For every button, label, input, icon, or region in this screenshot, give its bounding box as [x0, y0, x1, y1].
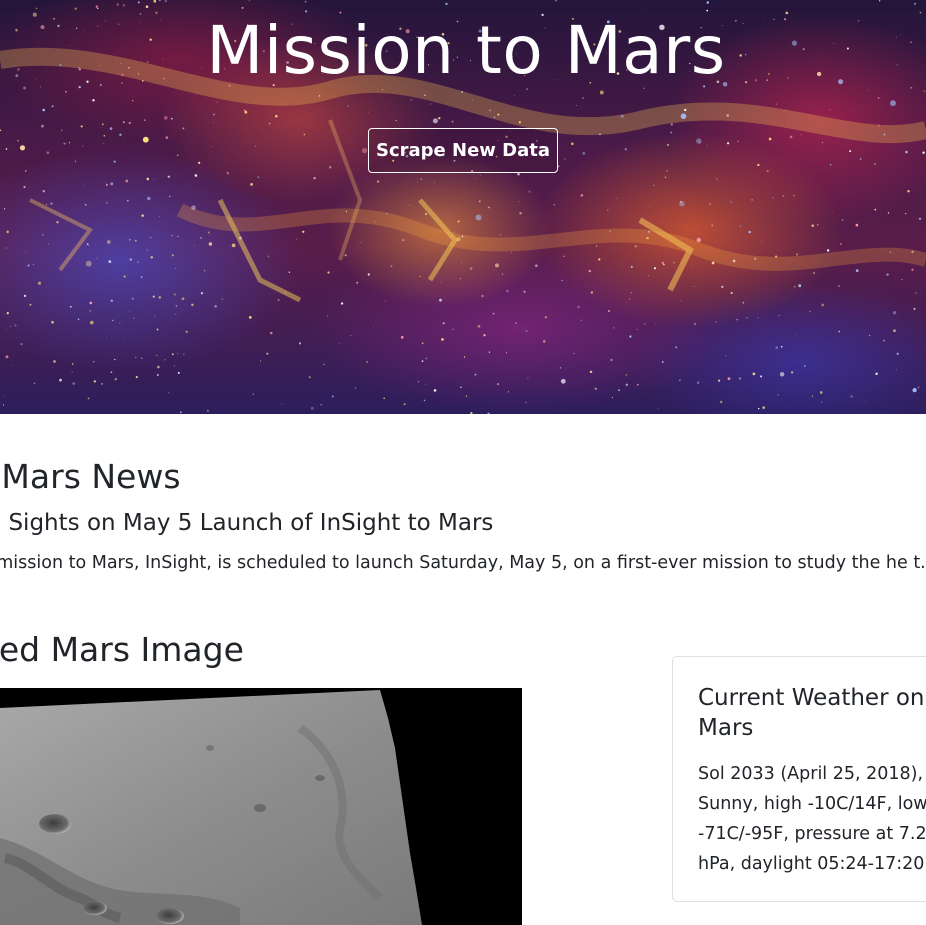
news-headline: ets Sights on May 5 Launch of InSight to… [0, 510, 494, 536]
page: Mission to Mars Scrape New Data t Mars N… [0, 0, 926, 925]
news-teaser: ext mission to Mars, InSight, is schedul… [0, 553, 926, 573]
latest-news-heading: t Mars News [0, 457, 181, 496]
featured-image-heading: red Mars Image [0, 630, 244, 669]
scrape-new-data-button[interactable]: Scrape New Data [368, 128, 558, 173]
page-title: Mission to Mars [206, 12, 726, 89]
weather-card: Current Weather on Mars Sol 2033 (April … [672, 656, 926, 902]
featured-mars-image [0, 688, 522, 925]
weather-report: Sol 2033 (April 25, 2018), Sunny, high -… [698, 764, 926, 874]
weather-title: Current Weather on Mars [698, 685, 925, 741]
hero-banner: Mission to Mars Scrape New Data [0, 0, 926, 414]
